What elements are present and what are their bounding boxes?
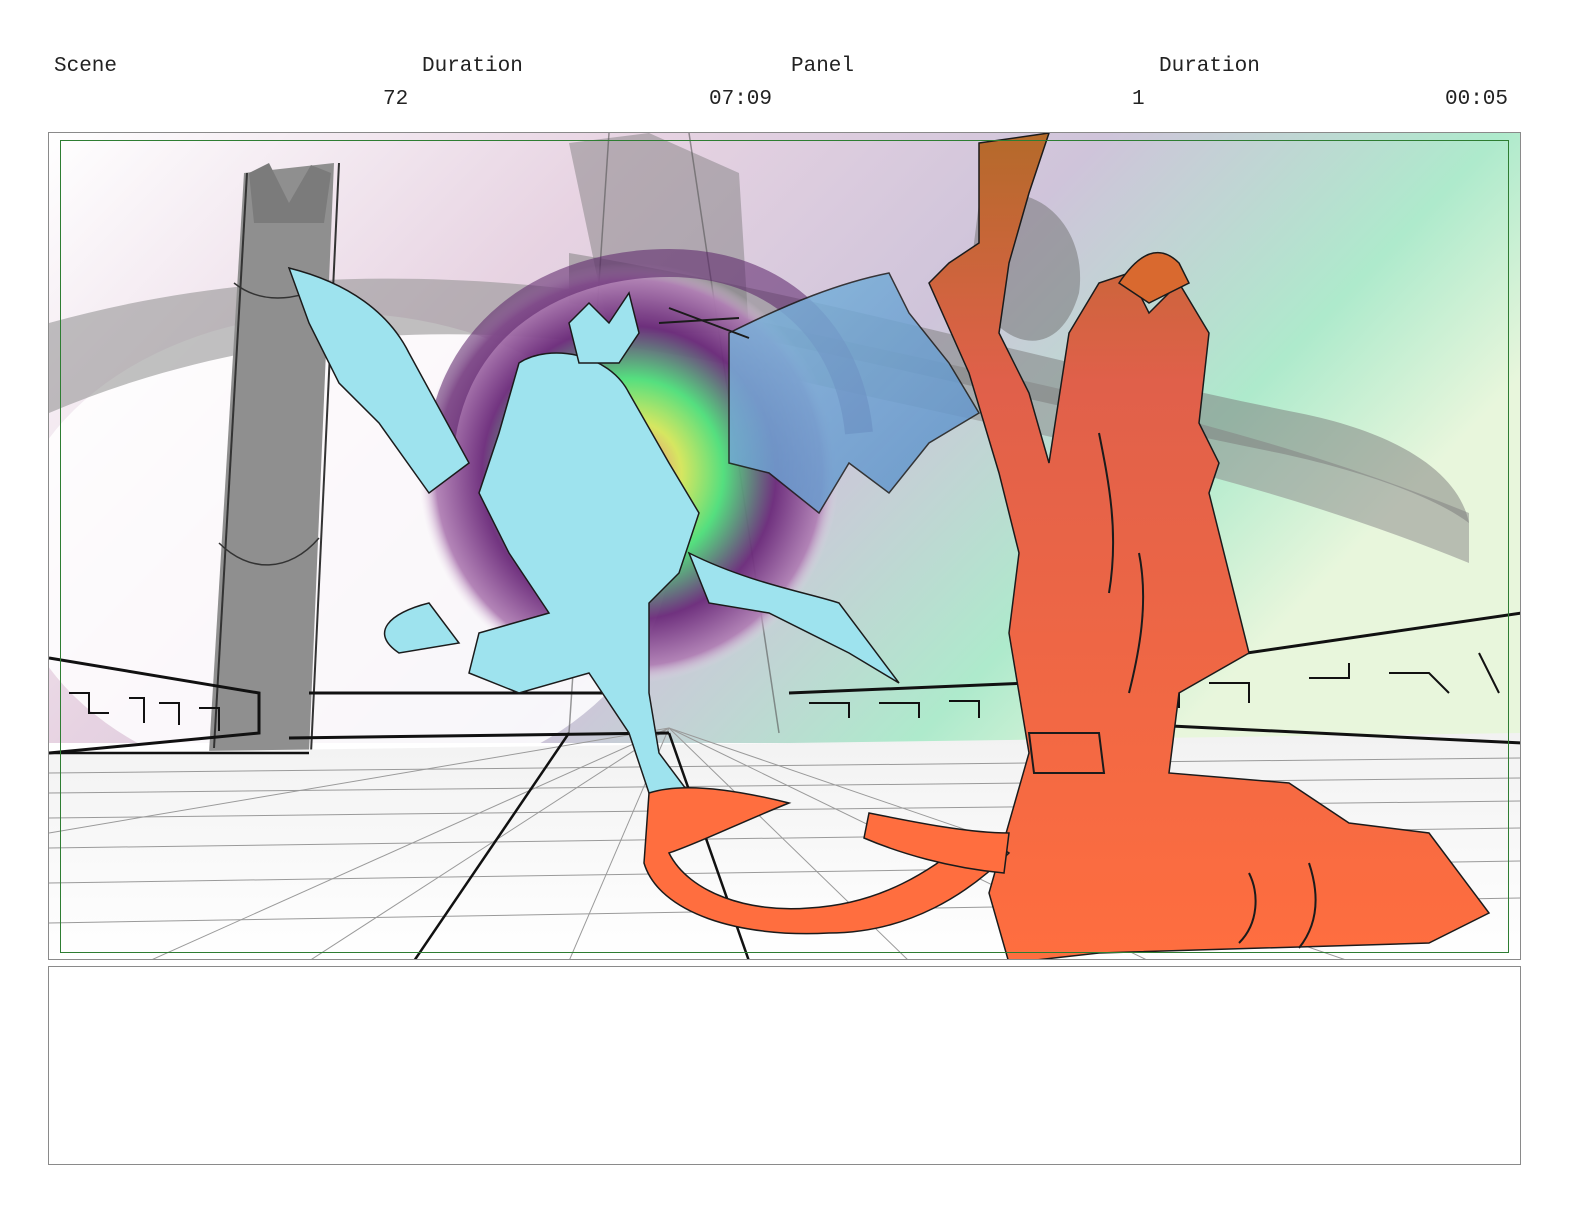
scene-label: Scene xyxy=(54,55,118,78)
panel-duration-label: Duration xyxy=(1159,55,1260,78)
sketch-artwork xyxy=(49,133,1520,959)
scene-value: 72 xyxy=(383,88,409,111)
panel-value: 1 xyxy=(1132,88,1145,111)
panel-duration-value: 00:05 xyxy=(1445,88,1509,111)
scene-duration-label: Duration xyxy=(422,55,523,78)
storyboard-panel-image xyxy=(48,132,1521,960)
panel-label: Panel xyxy=(791,55,855,78)
scene-duration-value: 07:09 xyxy=(709,88,773,111)
panel-notes-box xyxy=(48,966,1521,1165)
